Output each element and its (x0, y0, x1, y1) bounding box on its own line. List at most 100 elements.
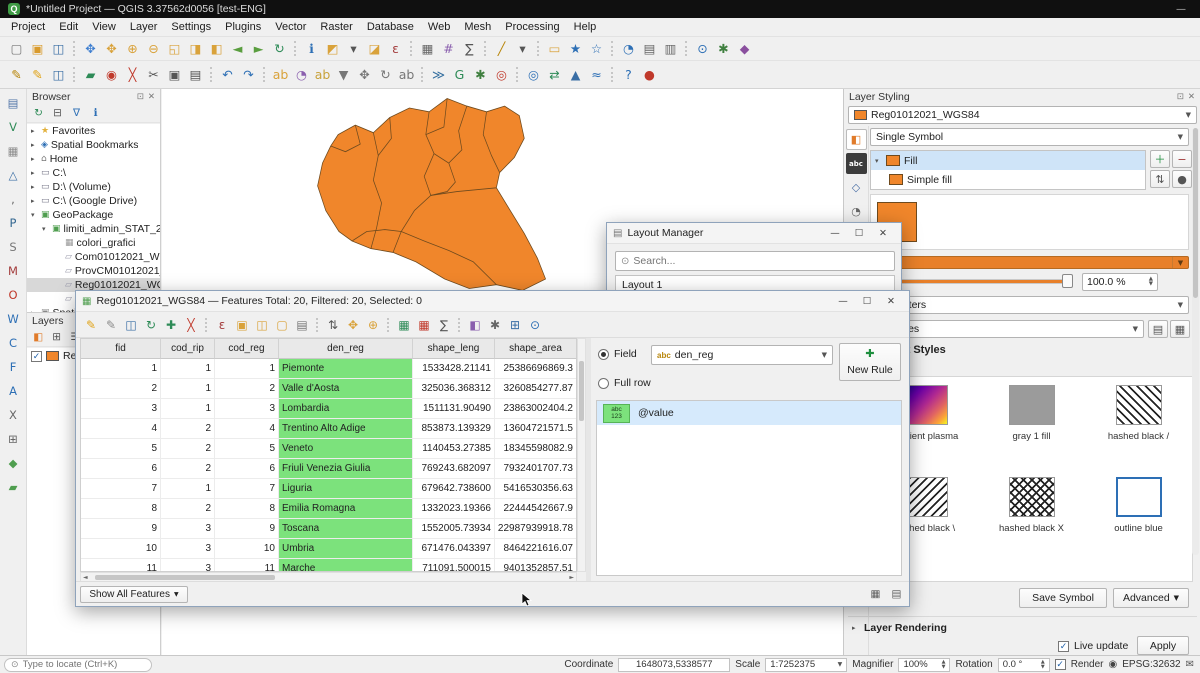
table-cell[interactable]: 1533428.21141 (413, 359, 495, 379)
delete-field-button[interactable]: ▦ (414, 315, 434, 335)
lock-symbol-layer-button[interactable]: ● (1172, 170, 1192, 188)
table-row[interactable]: 7 1 7 Liguria 679642.738600 5416530356.6… (81, 479, 576, 499)
table-cell[interactable]: 13604721571.5 (495, 419, 576, 439)
form-view-button[interactable]: ▤ (888, 586, 905, 603)
add-mssql-button[interactable]: M (3, 261, 23, 281)
zoom-to-layer-button[interactable]: ◧ (206, 38, 227, 59)
table-cell[interactable]: 3 (161, 539, 215, 559)
new-geopackage-button[interactable]: ◆ (3, 453, 23, 473)
browser-tree-item[interactable]: ▱ ProvCM01012021_WGS84 (27, 264, 160, 278)
style-filter-combo[interactable]: Favorites ▼ (870, 320, 1144, 338)
table-cell[interactable]: 1 (161, 399, 215, 419)
menu-item[interactable]: Help (567, 19, 604, 35)
close-button[interactable]: ✕ (871, 223, 895, 243)
menu-item[interactable]: Settings (164, 19, 218, 35)
change-label-button[interactable]: ab (396, 64, 417, 85)
temporal-controller-button[interactable]: ◔ (618, 38, 639, 59)
styling-layer-combo[interactable]: Reg01012021_WGS84 ▼ (848, 106, 1197, 124)
minimize-button[interactable]: — (823, 223, 847, 243)
browser-tree-item[interactable]: ▦ colori_grafici (27, 236, 160, 250)
map-tips-button[interactable]: ▭ (544, 38, 565, 59)
table-cell[interactable]: 325036.368312 (413, 379, 495, 399)
table-row[interactable]: 10 3 10 Umbria 671476.043397 8464221616.… (81, 539, 576, 559)
table-cell[interactable]: 1332023.19366 (413, 499, 495, 519)
table-cell[interactable]: 1552005.73934 (413, 519, 495, 539)
qfield-sync-button[interactable]: ⇄ (544, 64, 565, 85)
scale-combo[interactable]: 1:7252375▼ (765, 658, 847, 672)
column-header[interactable]: shape_leng (413, 339, 495, 359)
locator-bar[interactable]: ⊙ (4, 658, 152, 672)
reload-table-button[interactable]: ↻ (141, 315, 161, 335)
menu-item[interactable]: Project (4, 19, 52, 35)
open-styling-panel-button[interactable]: ◧ (30, 329, 46, 346)
live-update-control[interactable]: ✓ Live update (1058, 640, 1128, 652)
minimize-button[interactable]: — (1170, 4, 1192, 15)
table-cell[interactable]: 9 (81, 519, 161, 539)
table-cell[interactable]: 1 (81, 359, 161, 379)
layer-properties-button[interactable]: ℹ (87, 105, 104, 122)
zoom-next-button[interactable]: ► (248, 38, 269, 59)
menu-item[interactable]: View (85, 19, 123, 35)
table-cell[interactable]: 8 (81, 499, 161, 519)
layer-labeling-button[interactable]: ab (270, 64, 291, 85)
table-cell[interactable]: 853873.139329 (413, 419, 495, 439)
table-cell[interactable]: Friuli Venezia Giulia (279, 459, 413, 479)
new-bookmark-button[interactable]: ★ (565, 38, 586, 59)
locator-search-button[interactable]: ⊙ (692, 38, 713, 59)
opacity-spinbox[interactable]: 100.0 % ▲▼ (1082, 273, 1158, 291)
add-feature-button[interactable]: ✚ (161, 315, 181, 335)
table-cell[interactable]: 2 (161, 459, 215, 479)
table-cell[interactable]: Lombardia (279, 399, 413, 419)
style-hashed-black-fwd[interactable]: hashed black / (1085, 381, 1192, 473)
expander-icon[interactable]: ▾ (875, 157, 882, 165)
zoom-full-button[interactable]: ◱ (164, 38, 185, 59)
add-xyz-button[interactable]: X (3, 405, 23, 425)
deselect-all-button[interactable]: ▢ (272, 315, 292, 335)
table-cell[interactable]: 23863002404.2 (495, 399, 576, 419)
full-row-radio[interactable] (598, 378, 609, 389)
table-cell[interactable]: 8464221616.07 (495, 539, 576, 559)
dock-table-button[interactable]: ⊞ (505, 315, 525, 335)
open-data-source-manager-button[interactable]: ▤ (3, 93, 23, 113)
table-cell[interactable]: 7932401707.73 (495, 459, 576, 479)
pin-labels-button[interactable]: ▼ (333, 64, 354, 85)
table-cell[interactable]: 11 (215, 559, 279, 572)
symbol-node-fill[interactable]: ▾ Fill (871, 151, 1145, 170)
cut-features-button[interactable]: ✂ (143, 64, 164, 85)
close-panel-icon[interactable]: ✕ (1188, 92, 1195, 102)
table-cell[interactable]: 1 (215, 359, 279, 379)
column-header[interactable]: cod_rip (161, 339, 215, 359)
copy-features-button[interactable]: ▣ (164, 64, 185, 85)
tab-history[interactable]: ◔ (846, 201, 867, 222)
layout-manager-titlebar[interactable]: ▤ Layout Manager — ☐ ✕ (607, 223, 901, 244)
scrollbar-thumb[interactable] (1193, 128, 1198, 298)
help-button[interactable]: ? (618, 64, 639, 85)
add-symbol-layer-button[interactable]: ＋ (1150, 150, 1170, 168)
table-cell[interactable]: 711091.500015 (413, 559, 495, 572)
add-arcgis-button[interactable]: A (3, 381, 23, 401)
browser-tree-item[interactable]: ▸ ◈ Spatial Bookmarks (27, 138, 160, 152)
table-cell[interactable]: Umbria (279, 539, 413, 559)
field-combo[interactable]: abc den_reg ▼ (651, 345, 833, 365)
refresh-browser-button[interactable]: ↻ (30, 105, 47, 122)
table-cell[interactable]: Valle d'Aosta (279, 379, 413, 399)
table-cell[interactable]: 6 (81, 459, 161, 479)
table-cell[interactable]: 1511131.90490 (413, 399, 495, 419)
spinner-arrows-icon[interactable]: ▲▼ (942, 660, 946, 669)
expander-icon[interactable]: ▸ (31, 169, 38, 177)
table-cell[interactable]: 1 (161, 379, 215, 399)
layer-diagram-button[interactable]: ◔ (291, 64, 312, 85)
menu-item[interactable]: Plugins (218, 19, 268, 35)
table-cell[interactable]: 11 (81, 559, 161, 572)
expander-icon[interactable]: ▸ (31, 309, 38, 312)
browser-tree-item[interactable]: ▸ ▭ C:\ (Google Drive) (27, 194, 160, 208)
table-cell[interactable]: 5 (215, 439, 279, 459)
layout-search-box[interactable]: ⊙ (615, 251, 895, 271)
expander-icon[interactable]: ▸ (31, 141, 38, 149)
crs-value[interactable]: EPSG:32632 (1122, 659, 1180, 670)
statistical-summary-button[interactable]: ∑ (459, 38, 480, 59)
styling-scrollbar[interactable] (1192, 128, 1199, 555)
menu-item[interactable]: Database (360, 19, 421, 35)
table-row[interactable]: 5 2 5 Veneto 1140453.27385 18345598082.9 (81, 439, 576, 459)
processing-toolbox-button[interactable]: ✱ (713, 38, 734, 59)
